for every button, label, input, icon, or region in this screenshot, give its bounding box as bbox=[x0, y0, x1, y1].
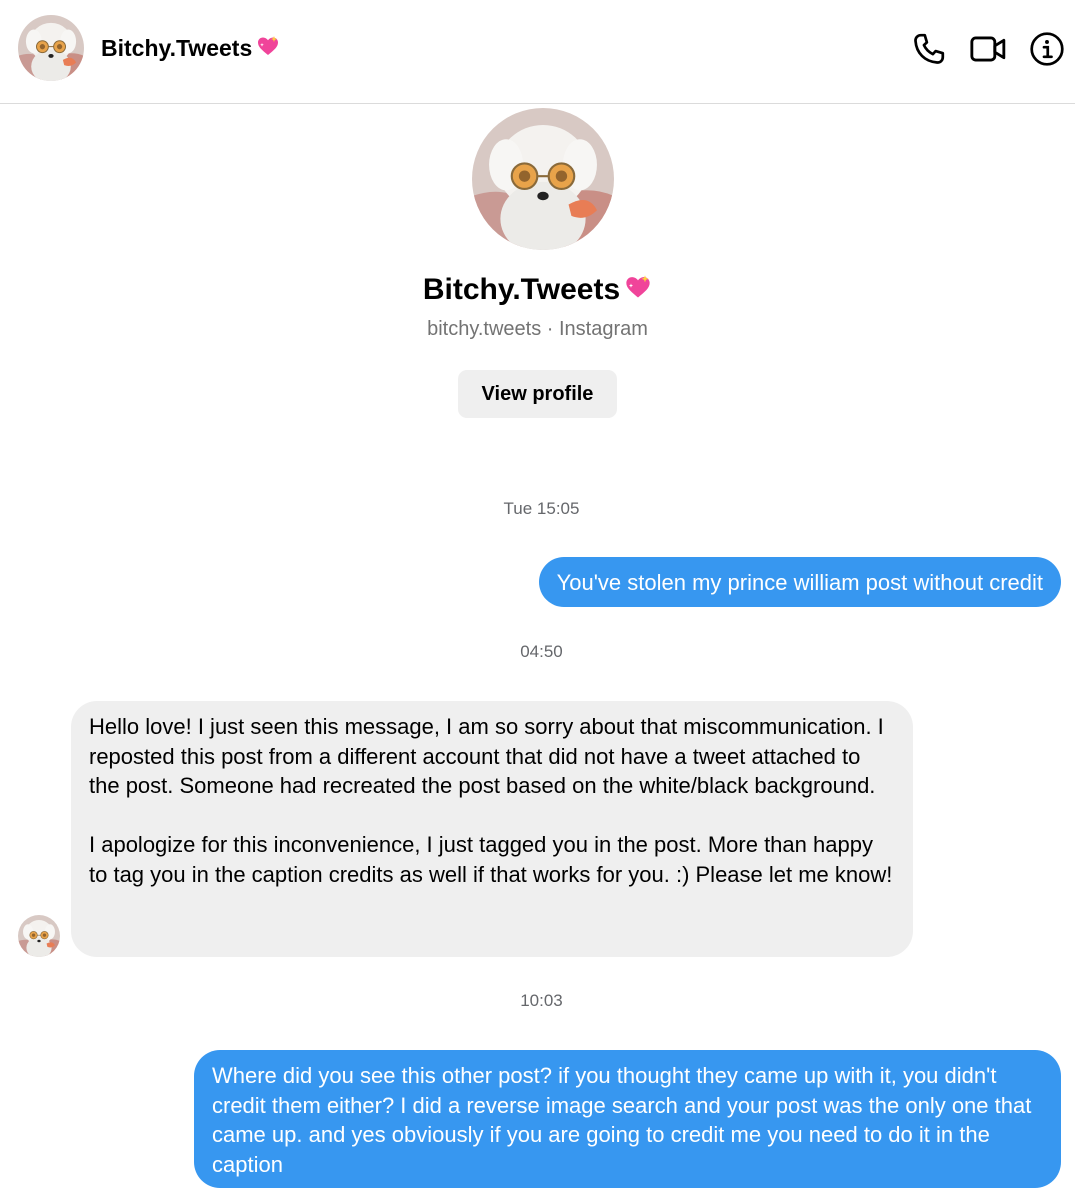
profile-subtitle: bitchy.tweets · Instagram bbox=[427, 318, 648, 340]
view-profile-button[interactable]: View profile bbox=[457, 370, 618, 418]
outgoing-message[interactable]: You've stolen my prince william post wit… bbox=[538, 557, 1061, 607]
timestamp: 04:50 bbox=[520, 642, 563, 661]
sender-avatar[interactable] bbox=[18, 915, 60, 957]
header-title[interactable]: Bitchy.Tweets bbox=[101, 33, 280, 65]
sparkling-heart-icon bbox=[256, 34, 280, 65]
outgoing-message[interactable]: Where did you see this other post? if yo… bbox=[194, 1050, 1061, 1188]
profile-card: Bitchy.Tweets bitchy.tweets · Instagram … bbox=[0, 108, 1075, 418]
header-username: Bitchy.Tweets bbox=[101, 35, 253, 61]
chat-header: Bitchy.Tweets bbox=[0, 0, 1075, 104]
profile-avatar[interactable] bbox=[472, 108, 614, 250]
header-avatar[interactable] bbox=[18, 15, 84, 81]
incoming-message[interactable]: Hello love! I just seen this message, I … bbox=[71, 701, 913, 957]
timestamp: Tue 15:05 bbox=[503, 499, 580, 518]
profile-name: Bitchy.Tweets bbox=[0, 270, 1075, 312]
profile-username: Bitchy.Tweets bbox=[422, 273, 621, 306]
info-icon[interactable] bbox=[1026, 28, 1068, 70]
phone-icon[interactable] bbox=[908, 28, 950, 70]
timestamp: 10:03 bbox=[520, 991, 563, 1010]
video-icon[interactable] bbox=[967, 28, 1009, 70]
sparkling-heart-icon bbox=[624, 272, 652, 312]
